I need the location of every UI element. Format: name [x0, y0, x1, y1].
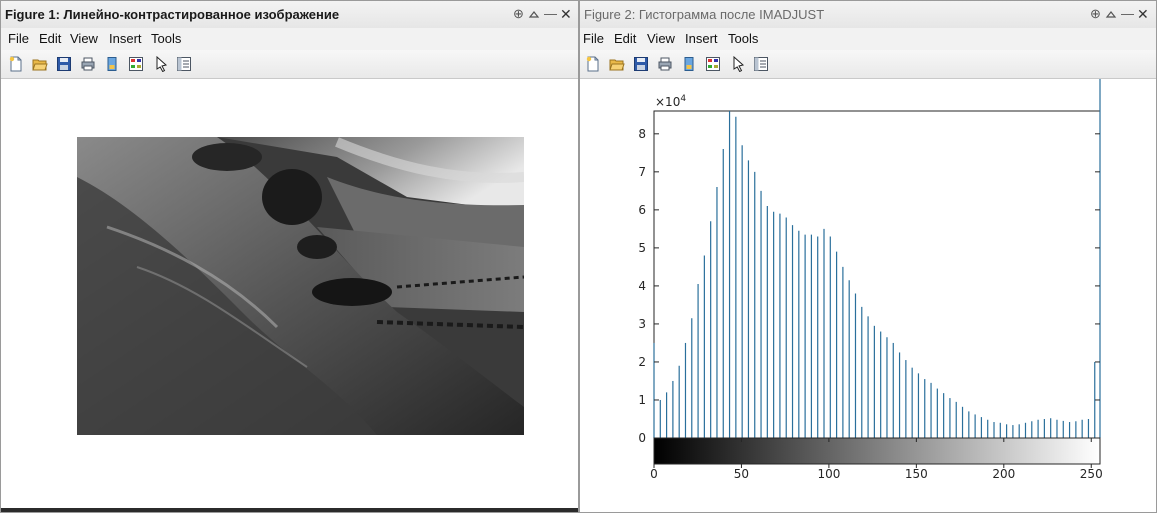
y-tick-label: 6 — [638, 203, 646, 217]
property-editor-icon[interactable] — [176, 56, 192, 72]
menu-view[interactable]: View — [70, 31, 98, 46]
menu-file[interactable]: File — [583, 31, 604, 46]
x-tick-label: 150 — [905, 467, 928, 481]
figure2-window: Figure 2: Гистограмма после IMADJUST ⊕ —… — [579, 0, 1157, 513]
close-icon[interactable]: ✕ — [1137, 6, 1149, 22]
new-figure-icon[interactable] — [585, 56, 601, 72]
figure2-titlebar[interactable]: Figure 2: Гистограмма после IMADJUST ⊕ —… — [580, 1, 1156, 29]
menu-insert[interactable]: Insert — [685, 31, 718, 46]
menu-tools[interactable]: Tools — [151, 31, 181, 46]
figure1-menubar: File Edit View Insert Tools — [1, 28, 578, 50]
x-tick-label: 250 — [1080, 467, 1103, 481]
y-tick-label: 4 — [638, 279, 646, 293]
x-tick-label: 200 — [992, 467, 1015, 481]
y-tick-label: 7 — [638, 165, 646, 179]
x-tick-label: 50 — [734, 467, 749, 481]
y-tick-label: 3 — [638, 317, 646, 331]
menu-edit[interactable]: Edit — [39, 31, 61, 46]
figure1-toolbar — [1, 50, 578, 79]
x-tick-label: 100 — [817, 467, 840, 481]
y-tick-label: 8 — [638, 127, 646, 141]
figure2-title: Figure 2: Гистограмма после IMADJUST — [584, 7, 825, 22]
restore-icon[interactable] — [1105, 6, 1117, 24]
y-tick-label: 1 — [638, 393, 646, 407]
new-figure-icon[interactable] — [8, 56, 24, 72]
pointer-icon[interactable] — [153, 56, 169, 72]
y-tick-label: 5 — [638, 241, 646, 255]
save-icon[interactable] — [633, 56, 649, 72]
pin-icon[interactable]: ⊕ — [513, 6, 524, 22]
y-tick-label: 0 — [638, 431, 646, 445]
minimize-icon[interactable]: — — [544, 6, 557, 22]
y-tick-label: 2 — [638, 355, 646, 369]
histogram-chart: 0 1 2 3 4 5 6 7 8 ×104 0 50 100 150 200 250 — [638, 79, 1103, 481]
restore-icon[interactable] — [528, 6, 540, 24]
print-icon[interactable] — [80, 56, 96, 72]
figure2-toolbar — [580, 50, 1156, 79]
figure1-window: Figure 1: Линейно-контрастированное изоб… — [0, 0, 579, 513]
menu-file[interactable]: File — [8, 31, 29, 46]
grayscale-landscape-image — [77, 137, 524, 435]
figure2-canvas: 0 1 2 3 4 5 6 7 8 ×104 0 50 100 150 200 250 — [580, 79, 1156, 512]
open-file-icon[interactable] — [609, 56, 625, 72]
open-file-icon[interactable] — [32, 56, 48, 72]
menu-tools[interactable]: Tools — [728, 31, 758, 46]
figure2-menubar: File Edit View Insert Tools — [580, 28, 1156, 50]
menu-view[interactable]: View — [647, 31, 675, 46]
figure1-bottom-edge — [1, 508, 578, 512]
plot-area — [653, 110, 1101, 439]
x-tick-label: 0 — [650, 467, 658, 481]
print-icon[interactable] — [657, 56, 673, 72]
close-icon[interactable]: ✕ — [560, 6, 572, 22]
minimize-icon[interactable]: — — [1121, 6, 1134, 22]
link-plot-icon[interactable] — [681, 56, 697, 72]
link-plot-icon[interactable] — [104, 56, 120, 72]
grayscale-colorbar — [653, 437, 1101, 465]
insert-colorbar-icon[interactable] — [705, 56, 721, 72]
menu-edit[interactable]: Edit — [614, 31, 636, 46]
pointer-icon[interactable] — [730, 56, 746, 72]
y-axis-exponent: ×104 — [655, 94, 686, 109]
save-icon[interactable] — [56, 56, 72, 72]
insert-colorbar-icon[interactable] — [128, 56, 144, 72]
figure1-canvas — [1, 79, 578, 512]
pin-icon[interactable]: ⊕ — [1090, 6, 1101, 22]
figure1-title: Figure 1: Линейно-контрастированное изоб… — [5, 7, 340, 22]
property-editor-icon[interactable] — [753, 56, 769, 72]
menu-insert[interactable]: Insert — [109, 31, 142, 46]
figure1-titlebar[interactable]: Figure 1: Линейно-контрастированное изоб… — [1, 1, 578, 29]
